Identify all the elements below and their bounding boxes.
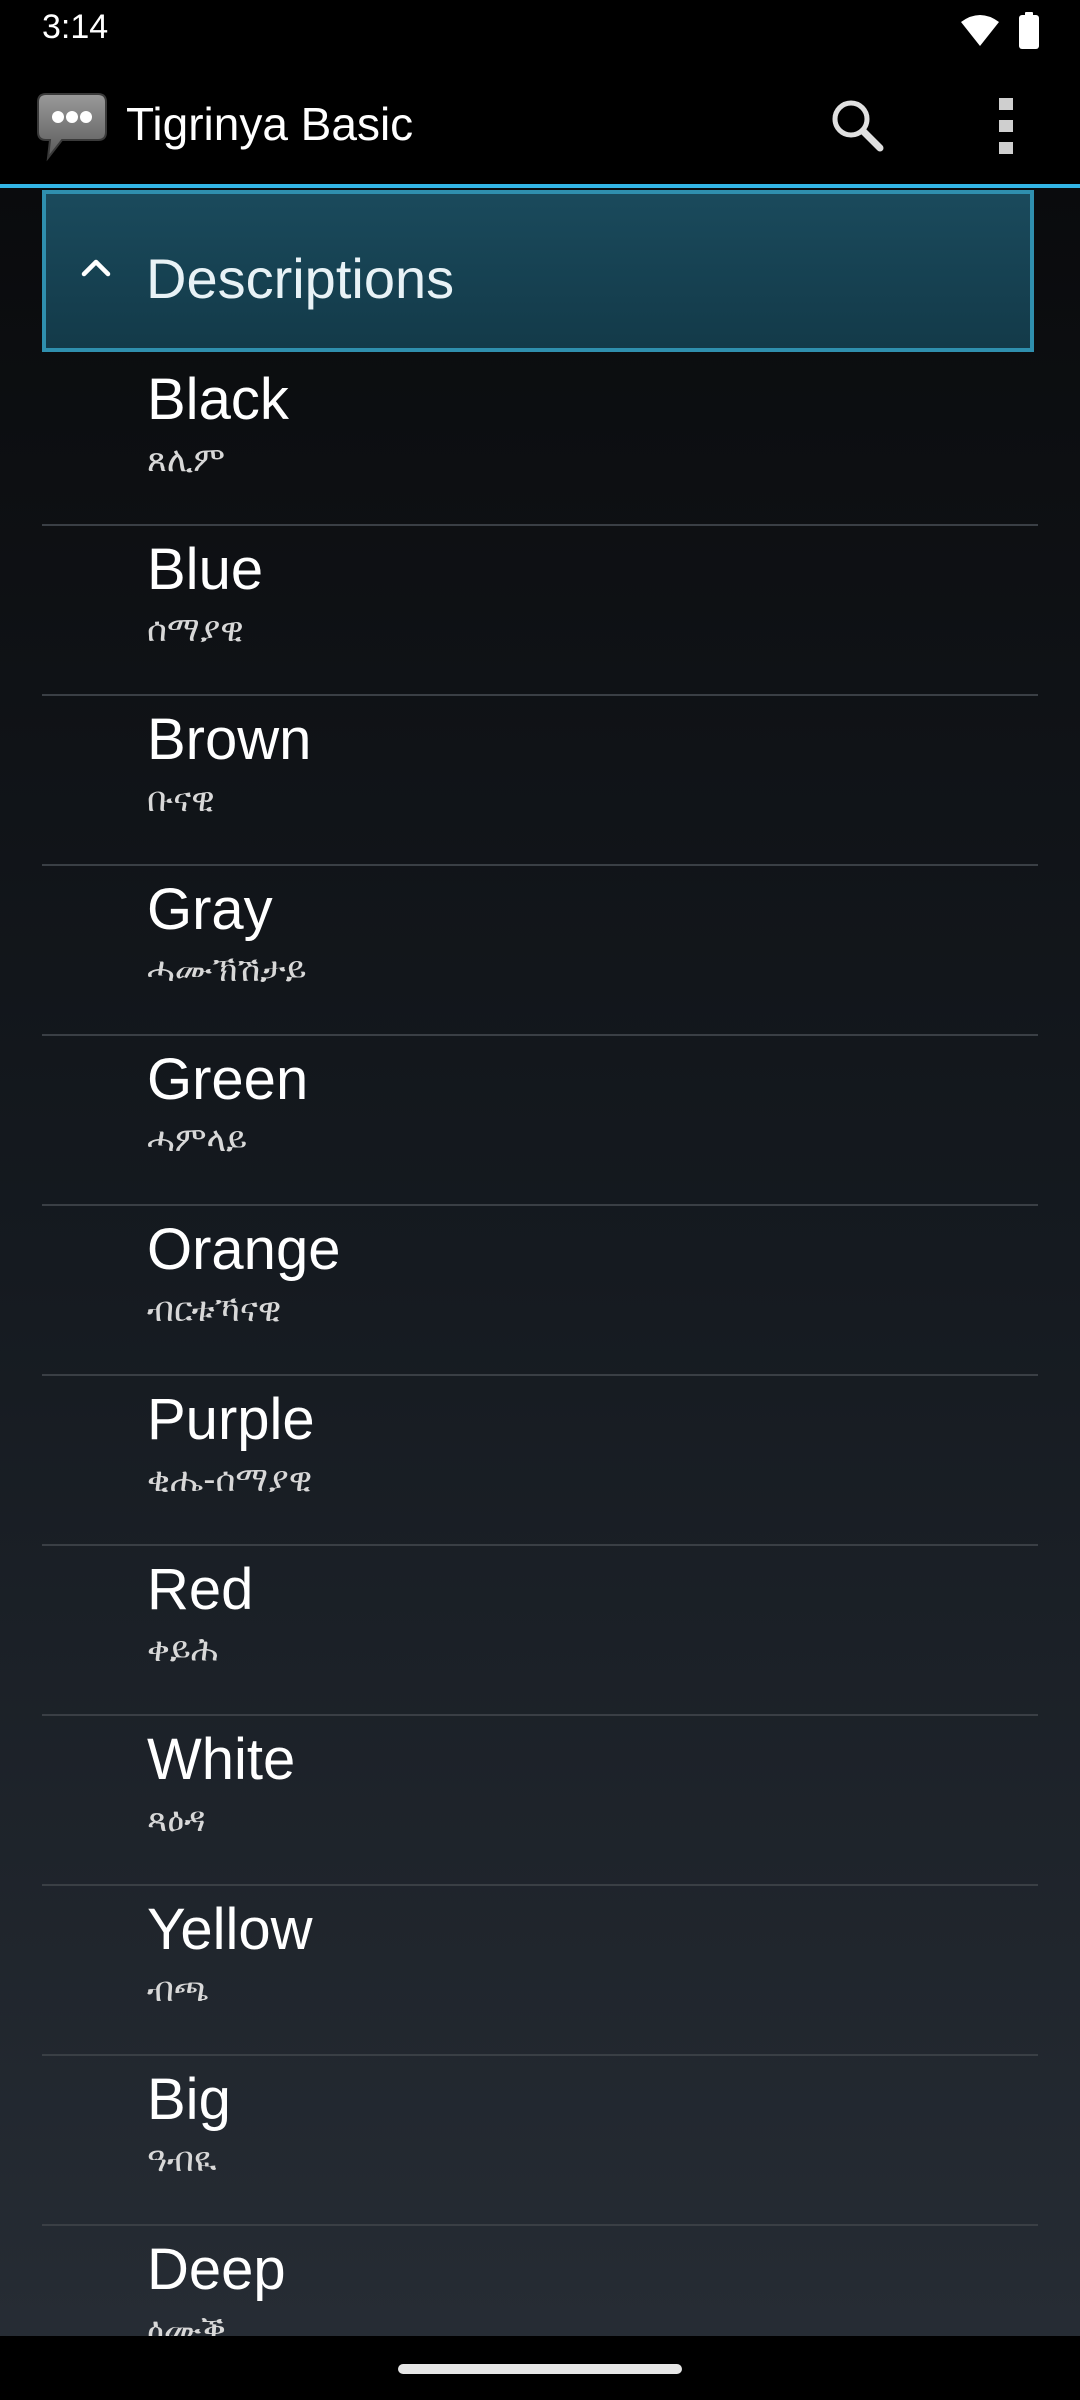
tigrinya-word: ጻዕዳ bbox=[147, 1800, 206, 1840]
overflow-menu-icon bbox=[999, 98, 1013, 154]
group-header-descriptions[interactable]: Descriptions bbox=[42, 190, 1034, 352]
app-title: Tigrinya Basic bbox=[126, 98, 414, 150]
english-word: White bbox=[147, 1727, 296, 1792]
tigrinya-word: ጸሊም bbox=[147, 440, 226, 480]
english-word: Big bbox=[147, 2067, 231, 2132]
list-item[interactable]: Green ሓምላይ bbox=[0, 1036, 1080, 1206]
english-word: Black bbox=[147, 367, 289, 432]
list-item[interactable]: Blue ሰማያዊ bbox=[0, 526, 1080, 696]
tigrinya-word: ቂሔ-ሰማያዊ bbox=[147, 1460, 313, 1500]
list-item[interactable]: Deep ዕሙቕ bbox=[0, 2226, 1080, 2336]
list-item[interactable]: Big ዓብዪ bbox=[0, 2056, 1080, 2226]
content-list[interactable]: Descriptions Black ጸሊም Blue ሰማያዊ Brown ቡ… bbox=[0, 188, 1080, 2336]
english-word: Purple bbox=[147, 1387, 315, 1452]
chevron-up-icon bbox=[81, 259, 111, 277]
status-bar: 3:14 bbox=[0, 0, 1080, 62]
list-item[interactable]: Orange ብርቱኻናዊ bbox=[0, 1206, 1080, 1376]
word-list: Black ጸሊም Blue ሰማያዊ Brown ቡናዊ Gray ሓሙኽሽታ… bbox=[0, 356, 1080, 2336]
tigrinya-word: ብጫ bbox=[147, 1970, 210, 2010]
tigrinya-word: ሓሙኽሽታይ bbox=[147, 950, 307, 990]
list-item[interactable]: Yellow ብጫ bbox=[0, 1886, 1080, 2056]
wifi-icon bbox=[961, 15, 999, 46]
english-word: Deep bbox=[147, 2237, 286, 2302]
chat-bubble-icon bbox=[37, 93, 107, 162]
tigrinya-word: ብርቱኻናዊ bbox=[147, 1290, 282, 1330]
list-item[interactable]: Red ቀይሕ bbox=[0, 1546, 1080, 1716]
english-word: Green bbox=[147, 1047, 309, 1112]
overflow-menu-button[interactable] bbox=[976, 94, 1036, 158]
english-word: Orange bbox=[147, 1217, 341, 1282]
tigrinya-word: ቀይሕ bbox=[147, 1630, 219, 1670]
list-item[interactable]: Gray ሓሙኽሽታይ bbox=[0, 866, 1080, 1036]
list-item[interactable]: White ጻዕዳ bbox=[0, 1716, 1080, 1886]
search-icon bbox=[832, 100, 884, 152]
battery-icon bbox=[1019, 12, 1039, 49]
tigrinya-word: ዓብዪ bbox=[147, 2140, 217, 2180]
english-word: Yellow bbox=[147, 1897, 313, 1962]
status-time: 3:14 bbox=[42, 8, 109, 46]
search-button[interactable] bbox=[826, 94, 890, 158]
tigrinya-word: ሰማያዊ bbox=[147, 610, 244, 650]
list-item[interactable]: Purple ቂሔ-ሰማያዊ bbox=[0, 1376, 1080, 1546]
english-word: Brown bbox=[147, 707, 312, 772]
list-item[interactable]: Brown ቡናዊ bbox=[0, 696, 1080, 866]
english-word: Red bbox=[147, 1557, 254, 1622]
english-word: Gray bbox=[147, 877, 273, 942]
group-title: Descriptions bbox=[146, 247, 455, 310]
list-item[interactable]: Black ጸሊም bbox=[0, 356, 1080, 526]
home-gesture-handle[interactable] bbox=[398, 2364, 682, 2374]
app-bar: Tigrinya Basic bbox=[0, 62, 1080, 184]
tigrinya-word: ቡናዊ bbox=[147, 780, 215, 820]
tigrinya-word: ዕሙቕ bbox=[147, 2310, 226, 2336]
navigation-bar bbox=[0, 2336, 1080, 2400]
tigrinya-word: ሓምላይ bbox=[147, 1120, 248, 1160]
english-word: Blue bbox=[147, 537, 264, 602]
status-icons bbox=[960, 12, 1040, 50]
